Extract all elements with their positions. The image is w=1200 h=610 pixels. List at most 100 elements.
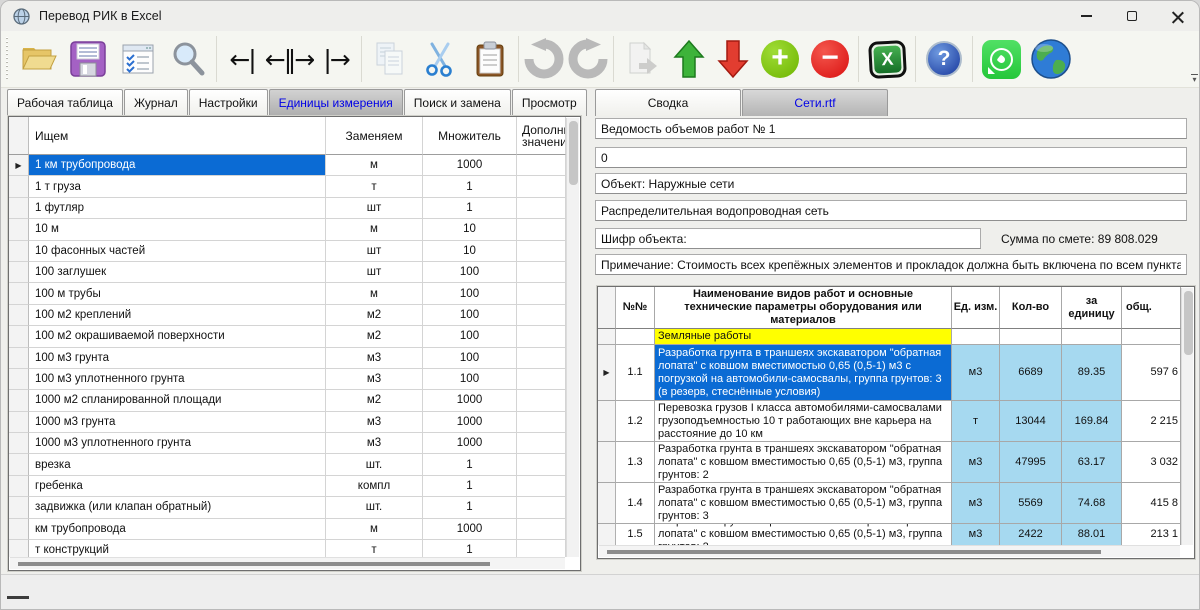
replace-cell[interactable]: шт. [326, 454, 423, 475]
units-row[interactable]: 1 т грузат1 [9, 176, 566, 197]
price-cell[interactable] [1062, 329, 1122, 345]
mult-cell[interactable]: 1 [423, 176, 517, 197]
replace-cell[interactable]: шт [326, 241, 423, 262]
units-row[interactable]: гребенкакомпл1 [9, 476, 566, 497]
excel-export-button[interactable]: X [862, 33, 912, 85]
units-row[interactable]: 100 м3 грунтам3100 [9, 348, 566, 369]
mult-cell[interactable]: 100 [423, 283, 517, 304]
replace-cell[interactable]: шт [326, 198, 423, 219]
extra-cell[interactable] [517, 348, 566, 369]
tab-preview[interactable]: Просмотр [512, 89, 587, 116]
col-header-num[interactable]: №№ [616, 287, 655, 329]
row-selector-cell[interactable] [9, 497, 29, 518]
extra-cell[interactable] [517, 219, 566, 240]
row-selector-cell[interactable] [9, 454, 29, 475]
qty-cell[interactable] [1000, 329, 1062, 345]
units-row[interactable]: ▶1 км трубопроводам1000 [9, 155, 566, 176]
units-row[interactable]: 10 мм10 [9, 219, 566, 240]
qty-cell[interactable]: 47995 [1000, 442, 1062, 483]
find-cell[interactable]: 100 заглушек [29, 262, 326, 283]
row-selector-cell[interactable] [9, 369, 29, 390]
extra-cell[interactable] [517, 476, 566, 497]
find-cell[interactable]: врезка [29, 454, 326, 475]
replace-cell[interactable]: т [326, 176, 423, 197]
units-row[interactable]: 100 м3 уплотненного грунтам3100 [9, 369, 566, 390]
find-cell[interactable]: задвижка (или клапан обратный) [29, 497, 326, 518]
works-vertical-scrollbar[interactable] [1181, 288, 1193, 545]
replace-cell[interactable]: шт [326, 262, 423, 283]
col-header-find[interactable]: Ищем [29, 117, 326, 155]
minimize-button[interactable] [1063, 1, 1109, 31]
grow-column-button[interactable]: |→ [314, 33, 358, 85]
units-row[interactable]: 1000 м2 спланированной площадим21000 [9, 390, 566, 411]
num-cell[interactable]: 1.1 [616, 345, 655, 401]
tab-working-table[interactable]: Рабочая таблица [7, 89, 123, 116]
replace-cell[interactable]: м [326, 519, 423, 540]
units-row[interactable]: задвижка (или клапан обратный)шт.1 [9, 497, 566, 518]
col-header-name[interactable]: Наименование видов работ и основные техн… [655, 287, 952, 329]
redo-button[interactable] [566, 33, 610, 85]
find-cell[interactable]: т конструкций [29, 540, 326, 557]
mult-cell[interactable]: 100 [423, 305, 517, 326]
units-row[interactable]: 100 м трубым100 [9, 283, 566, 304]
total-cell[interactable]: 3 032 [1122, 442, 1181, 483]
extra-cell[interactable] [517, 497, 566, 518]
save-button[interactable] [63, 33, 113, 85]
works-row[interactable]: ▶1.1Разработка грунта в траншеях экскава… [598, 345, 1181, 401]
price-cell[interactable]: 74.68 [1062, 483, 1122, 524]
col-header-mult[interactable]: Множитель [423, 117, 517, 155]
qty-cell[interactable]: 5569 [1000, 483, 1062, 524]
replace-cell[interactable]: шт. [326, 497, 423, 518]
mult-cell[interactable]: 1 [423, 497, 517, 518]
mult-cell[interactable]: 10 [423, 219, 517, 240]
replace-cell[interactable]: м2 [326, 326, 423, 347]
network-field[interactable] [595, 200, 1187, 221]
row-selector-cell[interactable] [9, 283, 29, 304]
work-name-cell[interactable]: Разработка грунта в траншеях экскаваторо… [655, 524, 952, 545]
num-cell[interactable]: 1.3 [616, 442, 655, 483]
row-selector-cell[interactable] [9, 262, 29, 283]
row-selector-cell[interactable] [9, 519, 29, 540]
price-cell[interactable]: 88.01 [1062, 524, 1122, 545]
search-button[interactable] [163, 33, 213, 85]
find-cell[interactable]: 10 м [29, 219, 326, 240]
work-name-cell[interactable]: Разработка грунта в траншеях экскаваторо… [655, 345, 952, 401]
unit-cell[interactable]: м3 [952, 524, 1000, 545]
works-row[interactable]: 1.3Разработка грунта в траншеях экскават… [598, 442, 1181, 483]
extra-cell[interactable] [517, 519, 566, 540]
toolbar-grip[interactable] [4, 37, 11, 81]
close-button[interactable] [1155, 1, 1200, 31]
find-cell[interactable]: гребенка [29, 476, 326, 497]
shrink-column-button[interactable]: ←| [220, 33, 264, 85]
extra-cell[interactable] [517, 369, 566, 390]
num-cell[interactable] [616, 329, 655, 345]
unit-cell[interactable] [952, 329, 1000, 345]
col-header-total[interactable]: общ. [1122, 287, 1181, 329]
row-selector-cell[interactable] [598, 524, 616, 545]
replace-cell[interactable]: м2 [326, 305, 423, 326]
row-selector-cell[interactable] [9, 241, 29, 262]
tab-summary[interactable]: Сводка [595, 89, 741, 116]
tab-journal[interactable]: Журнал [124, 89, 188, 116]
unit-cell[interactable]: м3 [952, 483, 1000, 524]
extra-cell[interactable] [517, 155, 566, 176]
find-cell[interactable]: 1 футляр [29, 198, 326, 219]
row-selector-cell[interactable] [9, 326, 29, 347]
find-cell[interactable]: 100 м2 окрашиваемой поверхности [29, 326, 326, 347]
mult-cell[interactable]: 1000 [423, 155, 517, 176]
extra-cell[interactable] [517, 454, 566, 475]
add-row-button[interactable]: + [755, 33, 805, 85]
note-field[interactable] [595, 254, 1187, 275]
mult-cell[interactable]: 1 [423, 454, 517, 475]
extra-cell[interactable] [517, 241, 566, 262]
unit-cell[interactable]: м3 [952, 442, 1000, 483]
units-vertical-scrollbar[interactable] [566, 118, 579, 557]
website-button[interactable] [1026, 33, 1076, 85]
total-cell[interactable]: 2 215 [1122, 401, 1181, 442]
mult-cell[interactable]: 1 [423, 540, 517, 557]
mult-cell[interactable]: 1 [423, 198, 517, 219]
cipher-field[interactable] [595, 228, 981, 249]
cut-button[interactable] [415, 33, 465, 85]
undo-button[interactable] [522, 33, 566, 85]
maximize-button[interactable] [1109, 1, 1155, 31]
